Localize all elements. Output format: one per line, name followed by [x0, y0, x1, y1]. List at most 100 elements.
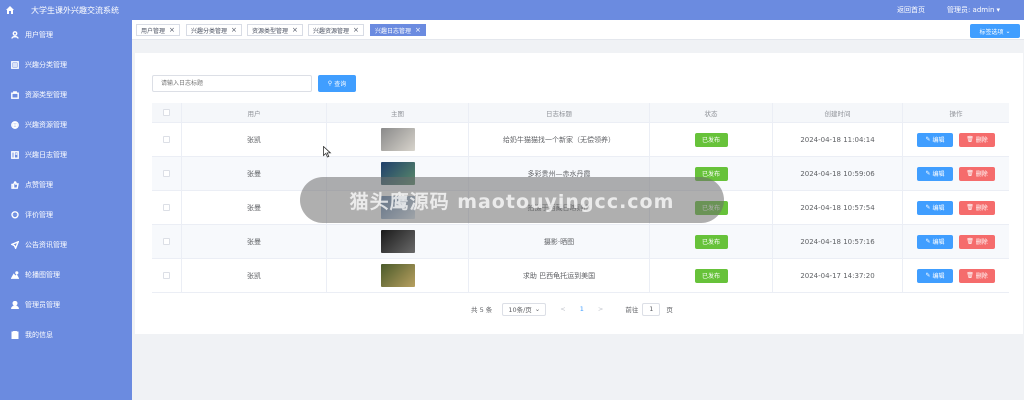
sidebar-item-announcement[interactable]: 公告资讯管理 — [0, 230, 132, 260]
tag-interest-resource[interactable]: 兴趣资源管理 × — [308, 24, 364, 36]
status-badge: 已发布 — [694, 268, 728, 283]
edit-button[interactable]: ✎ 编辑 — [917, 234, 953, 249]
delete-button[interactable]: 🗑 删除 — [959, 132, 995, 147]
delete-button-label: 删除 — [975, 137, 988, 144]
page-size-select[interactable]: 10条/页 ⌄ — [502, 302, 547, 316]
close-icon[interactable]: × — [415, 26, 421, 34]
send-icon — [11, 241, 19, 249]
delete-button[interactable]: 🗑 删除 — [959, 268, 995, 283]
edit-button[interactable]: ✎ 编辑 — [917, 166, 953, 181]
goto-page-input[interactable]: 1 — [642, 302, 661, 316]
tag-options-button[interactable]: 标签选项 ⌄ — [970, 24, 1020, 38]
sidebar-item-carousel[interactable]: 轮播图管理 — [0, 260, 132, 290]
row-checkbox[interactable] — [163, 204, 170, 211]
next-page-button[interactable]: > — [598, 305, 603, 313]
column-header: 日志标题 — [469, 103, 650, 122]
delete-button-label: 删除 — [975, 239, 988, 246]
tag-interest-log[interactable]: 兴趣日志管理 × — [370, 24, 426, 36]
watermark-banner: 猫头鹰源码 maotouyingcc.com — [300, 177, 724, 223]
trash-icon: 🗑 — [966, 272, 974, 279]
table-row: 张曼 摄影·晒图 已发布 2024-04-18 10:57:16 ✎ 编辑 🗑 … — [152, 225, 1009, 259]
sidebar-item-resource-type[interactable]: 资源类型管理 — [0, 80, 132, 110]
created-time-cell: 2024-04-18 10:57:54 — [773, 191, 903, 224]
sidebar-item-label: 用户管理 — [25, 31, 53, 39]
tag-label: 兴趣日志管理 — [375, 27, 412, 35]
close-icon[interactable]: × — [292, 26, 298, 34]
row-checkbox[interactable] — [163, 170, 170, 177]
status-badge: 已发布 — [694, 132, 728, 147]
sidebar-item-interest-resource[interactable]: 兴趣资源管理 — [0, 110, 132, 140]
edit-button[interactable]: ✎ 编辑 — [917, 200, 953, 215]
delete-button[interactable]: 🗑 删除 — [959, 166, 995, 181]
row-checkbox[interactable] — [163, 238, 170, 245]
admin-menu[interactable]: 管理员: admin ▾ — [947, 5, 1000, 15]
page-size-value: 10条/页 — [508, 306, 532, 314]
created-time-cell: 2024-04-18 11:04:14 — [773, 123, 903, 156]
edit-button-label: 编辑 — [932, 137, 945, 144]
edit-button[interactable]: ✎ 编辑 — [917, 268, 953, 283]
tag-resource-type[interactable]: 资源类型管理 × — [247, 24, 303, 36]
select-all-checkbox[interactable] — [163, 109, 170, 116]
mouse-cursor-icon — [323, 146, 332, 158]
tag-label: 用户管理 — [141, 27, 166, 35]
user-cell: 张曼 — [182, 225, 327, 258]
log-icon — [11, 151, 19, 159]
close-icon[interactable]: × — [231, 26, 237, 34]
delete-button[interactable]: 🗑 删除 — [959, 200, 995, 215]
sidebar-item-label: 兴趣分类管理 — [25, 61, 67, 69]
tag-label: 资源类型管理 — [252, 27, 289, 35]
tag-user-management[interactable]: 用户管理 × — [136, 24, 180, 36]
prev-page-button[interactable]: < — [560, 305, 565, 313]
user-cell: 张凯 — [182, 259, 327, 292]
sidebar-item-interest-category[interactable]: 兴趣分类管理 — [0, 50, 132, 80]
comment-icon — [11, 211, 19, 219]
edit-icon: ✎ — [925, 136, 931, 143]
title-cell: 给奶牛猫猫找一个新家（无偿领养） — [469, 123, 650, 156]
clipboard-icon — [11, 331, 19, 339]
page-suffix: 页 — [666, 306, 673, 314]
sidebar-item-like[interactable]: 点赞管理 — [0, 170, 132, 200]
status-badge: 已发布 — [694, 234, 728, 249]
trash-icon: 🗑 — [966, 170, 974, 177]
sidebar-item-label: 轮播图管理 — [25, 271, 60, 279]
caret-down-icon: ▾ — [996, 6, 1000, 14]
back-home-link[interactable]: 返回首页 — [897, 5, 925, 15]
search-input[interactable] — [152, 75, 312, 92]
home-icon[interactable] — [0, 0, 20, 20]
thumbnail-image[interactable] — [380, 230, 415, 253]
sidebar-item-admin[interactable]: 管理员管理 — [0, 290, 132, 320]
page-number[interactable]: 1 — [580, 305, 584, 313]
column-header: 创建时间 — [773, 103, 903, 122]
column-header: 操作 — [949, 109, 963, 118]
sidebar-item-my-info[interactable]: 我的信息 — [0, 320, 132, 350]
tag-interest-category[interactable]: 兴趣分类管理 × — [186, 24, 242, 36]
sidebar-item-comment[interactable]: 评价管理 — [0, 200, 132, 230]
sidebar-item-interest-log[interactable]: 兴趣日志管理 — [0, 140, 132, 170]
sidebar-item-users[interactable]: 用户管理 — [0, 20, 132, 50]
row-checkbox[interactable] — [163, 136, 170, 143]
thumbnail-image[interactable] — [380, 128, 415, 151]
search-button[interactable]: ⚲ 查询 — [318, 75, 356, 92]
search-icon: ⚲ — [327, 80, 333, 87]
sidebar-item-label: 兴趣日志管理 — [25, 151, 67, 159]
close-icon[interactable]: × — [169, 26, 175, 34]
thumbnail-image[interactable] — [380, 264, 415, 287]
row-checkbox[interactable] — [163, 272, 170, 279]
search-button-label: 查询 — [334, 81, 347, 88]
edit-button[interactable]: ✎ 编辑 — [917, 132, 953, 147]
sidebar-item-label: 兴趣资源管理 — [25, 121, 67, 129]
close-icon[interactable]: × — [353, 26, 359, 34]
sidebar-item-label: 公告资讯管理 — [25, 241, 67, 249]
edit-icon: ✎ — [925, 238, 931, 245]
delete-button[interactable]: 🗑 删除 — [959, 234, 995, 249]
app-title: 大学生课外兴趣交流系统 — [31, 5, 119, 15]
sidebar-item-label: 我的信息 — [25, 331, 53, 339]
column-header: 用户 — [182, 103, 327, 122]
pagination-total: 共 5 条 — [471, 306, 493, 314]
user-cell: 张凯 — [182, 123, 327, 156]
title-cell: 摄影·晒图 — [469, 225, 650, 258]
like-icon — [11, 181, 19, 189]
briefcase-icon — [11, 91, 19, 99]
tags-bar: 用户管理 × 兴趣分类管理 × 资源类型管理 × 兴趣资源管理 × 兴趣日志管理 × 标签… — [132, 20, 1024, 40]
table-row: 张凯 求助 巴西龟托运到美国 已发布 2024-04-17 14:37:20 ✎… — [152, 259, 1009, 293]
